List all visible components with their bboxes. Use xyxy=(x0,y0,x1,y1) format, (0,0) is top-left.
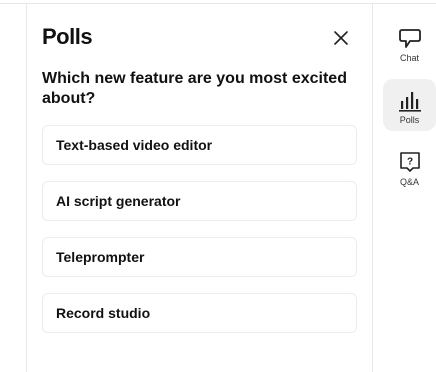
poll-option-ai-script-generator[interactable]: AI script generator xyxy=(42,181,357,221)
rail-item-qa[interactable]: ? Q&A xyxy=(383,141,436,193)
rail-item-label: Chat xyxy=(399,53,419,63)
poll-option-label: Record studio xyxy=(56,305,151,321)
panel-title: Polls xyxy=(42,24,93,49)
rail-item-polls[interactable]: Polls xyxy=(383,79,436,131)
side-rail: Chat Polls ? Q&A xyxy=(373,4,436,372)
bar-chart-icon xyxy=(398,86,422,112)
rail-item-label: Polls xyxy=(399,115,420,125)
poll-question: Which new feature are you most excited a… xyxy=(42,70,347,107)
chat-bubble-icon xyxy=(398,24,422,50)
svg-text:?: ? xyxy=(406,157,412,168)
rail-item-chat[interactable]: Chat xyxy=(383,17,436,69)
poll-option-text-based-video-editor[interactable]: Text-based video editor xyxy=(42,125,357,165)
poll-option-record-studio[interactable]: Record studio xyxy=(42,293,357,333)
close-button[interactable] xyxy=(329,26,353,50)
poll-option-label: Teleprompter xyxy=(56,249,145,265)
poll-option-label: AI script generator xyxy=(56,193,181,209)
question-box-icon: ? xyxy=(398,148,422,174)
poll-option-teleprompter[interactable]: Teleprompter xyxy=(42,237,357,277)
rail-item-label: Q&A xyxy=(399,177,419,187)
polls-panel: Polls Which new feature are you most exc… xyxy=(26,4,373,372)
close-icon xyxy=(334,31,348,45)
poll-option-label: Text-based video editor xyxy=(56,137,213,153)
